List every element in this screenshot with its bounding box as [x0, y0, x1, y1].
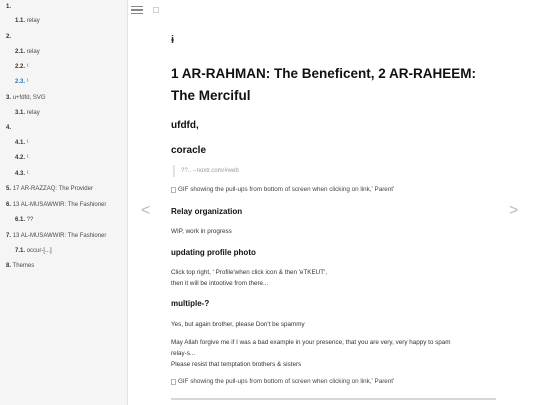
page-title-line-2: The Merciful	[171, 88, 251, 103]
table-of-contents-sidebar: 1. 1.1. relay 2. 2.1. relay 2.2. ¹ 2.3. …	[0, 0, 128, 405]
toc-item[interactable]: 4.	[6, 125, 11, 131]
toc-item[interactable]: 7.1. occur-[...]	[15, 248, 52, 254]
toc-number: 7.1.	[15, 248, 26, 254]
toc-item[interactable]: 3. u+fdfd, SVG	[6, 95, 46, 101]
toc-item[interactable]: 1.	[6, 4, 11, 10]
toc-number: 4.3.	[15, 171, 26, 177]
paragraph: Please resist that temptation brothers &…	[171, 361, 302, 368]
toc-label: 13 AL-MUSAWWIR: The Fashioner	[12, 233, 107, 239]
toc-label: ¹	[26, 79, 29, 85]
paragraph: WIP, work in progress	[171, 228, 232, 235]
toc-item[interactable]: 5. 17 AR-RAZZAQ: The Provider	[6, 186, 93, 192]
toc-label: 13 AL-MUSAWWIR: The Fashioner	[12, 202, 107, 208]
broken-image-icon	[171, 378, 176, 385]
toc-label: ¹	[26, 140, 29, 146]
toc-number: 4.1.	[15, 140, 26, 146]
decorative-glyph: ɨ	[171, 34, 175, 46]
toc-item[interactable]: 2.	[6, 34, 11, 40]
toc-label: ¹	[26, 64, 29, 70]
toc-item[interactable]: 2.1. relay	[15, 49, 40, 55]
toc-label: ¹	[26, 171, 29, 177]
previous-arrow-icon[interactable]: <	[141, 203, 150, 219]
hamburger-menu-icon[interactable]	[131, 6, 143, 15]
toc-item[interactable]: 6.1. ??	[15, 217, 33, 223]
toc-item[interactable]: 1.1. relay	[15, 18, 40, 24]
toc-label: Themes	[12, 263, 35, 269]
toc-item[interactable]: 4.3. ¹	[15, 171, 29, 177]
toc-label: 17 AR-RAZZAQ: The Provider	[12, 186, 93, 192]
toc-number: 5.	[6, 186, 12, 192]
toc-number: 2.	[6, 34, 12, 40]
toc-label: u+fdfd, SVG	[12, 95, 46, 101]
toc-number: 2.2.	[15, 64, 26, 70]
paragraph: Yes, but again brother, please Don't be …	[171, 321, 305, 328]
subsection-heading: updating profile photo	[171, 248, 256, 257]
divider	[171, 398, 496, 400]
toc-item[interactable]: 8. Themes	[6, 263, 34, 269]
toc-number: 4.	[6, 125, 12, 131]
toc-number: 6.	[6, 202, 12, 208]
gif-image-placeholder: GIF showing the pull-ups from bottom of …	[171, 378, 394, 385]
toc-number: 8.	[6, 263, 12, 269]
toc-label: relay	[26, 18, 40, 24]
page-title-line-1: 1 AR-RAHMAN: The Beneficent, 2 AR-RAHEEM…	[171, 66, 477, 81]
toc-number: 2.3.	[15, 79, 26, 85]
square-icon[interactable]	[153, 7, 159, 13]
subsection-heading: Relay organization	[171, 207, 243, 216]
toc-label: ??	[26, 217, 34, 223]
toc-label: relay	[26, 49, 40, 55]
toc-label: relay	[26, 110, 40, 116]
toc-item[interactable]: 2.2. ¹	[15, 64, 29, 70]
paragraph: May Allah forgive me if I was a bad exam…	[171, 339, 451, 346]
toc-number: 1.	[6, 4, 12, 10]
toc-item[interactable]: 7. 13 AL-MUSAWWIR: The Fashioner	[6, 233, 106, 239]
section-heading: ufdfd,	[171, 120, 199, 131]
blockquote: ??.. --noxtr.com/#web	[173, 165, 239, 177]
subsection-heading: multiple-?	[171, 299, 210, 308]
next-arrow-icon[interactable]: >	[509, 203, 518, 219]
toc-number: 6.1.	[15, 217, 26, 223]
paragraph: Click top right, ' Profile'when click ic…	[171, 269, 327, 276]
toc-label: occur-[...]	[26, 248, 52, 254]
toc-item[interactable]: 6. 13 AL-MUSAWWIR: The Fashioner	[6, 202, 106, 208]
toc-label: ¹	[26, 155, 29, 161]
toc-item[interactable]: 4.2. ¹	[15, 155, 29, 161]
toc-number: 3.	[6, 95, 12, 101]
toc-item[interactable]: 4.1. ¹	[15, 140, 29, 146]
paragraph: then it will be intootive from there...	[171, 280, 269, 287]
gif-image-placeholder: GIF showing the pull-ups from bottom of …	[171, 186, 394, 193]
toc-item[interactable]: 3.1. relay	[15, 110, 40, 116]
image-alt-text: GIF showing the pull-ups from bottom of …	[178, 378, 395, 385]
toc-number: 2.1.	[15, 49, 26, 55]
toc-number: 4.2.	[15, 155, 26, 161]
toc-item-active[interactable]: 2.3. ¹	[15, 79, 29, 85]
toc-number: 1.1.	[15, 18, 26, 24]
toc-number: 7.	[6, 233, 12, 239]
broken-image-icon	[171, 186, 176, 193]
toc-number: 3.1.	[15, 110, 26, 116]
section-heading: coracle	[171, 145, 207, 156]
paragraph: relay-s...	[171, 350, 196, 357]
image-alt-text: GIF showing the pull-ups from bottom of …	[178, 186, 395, 193]
